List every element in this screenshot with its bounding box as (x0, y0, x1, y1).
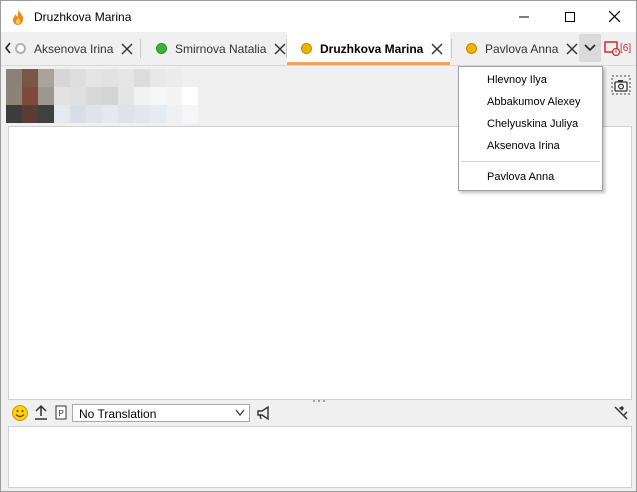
close-icon[interactable] (121, 43, 133, 55)
menu-item-label: Pavlova Anna (487, 171, 555, 183)
translate-settings-icon[interactable] (612, 404, 630, 422)
title-bar: Druzhkova Marina (1, 1, 636, 32)
status-online-icon (156, 43, 167, 54)
translation-value: No Translation (79, 407, 157, 421)
translation-select[interactable]: No Translation (72, 404, 250, 422)
menu-item[interactable]: Pavlova Anna (459, 167, 602, 189)
tab-separator (140, 39, 141, 58)
tab-label: Druzhkova Marina (320, 41, 424, 56)
camera-icon[interactable] (611, 75, 631, 95)
maximize-icon (565, 11, 575, 22)
tab-label: Pavlova Anna (485, 41, 559, 56)
menu-item-label: Chelyuskina Juliya (487, 118, 579, 130)
chevron-down-icon (584, 44, 596, 52)
tab-separator (451, 39, 452, 58)
p-icon[interactable]: P (52, 404, 70, 422)
menu-item-label: Abbakumov Alexey (487, 96, 581, 108)
status-offline-icon (15, 43, 26, 54)
tab-aksenova-irina[interactable]: Aksenova Irina (15, 32, 133, 65)
megaphone-icon[interactable] (255, 404, 273, 422)
message-input[interactable] (8, 426, 632, 488)
menu-item[interactable]: Chelyuskina Juliya (459, 114, 602, 136)
svg-text:P: P (59, 409, 64, 418)
upload-icon[interactable] (32, 404, 50, 422)
app-flame-icon (12, 9, 24, 25)
status-away-icon (466, 43, 477, 54)
close-icon[interactable] (566, 43, 578, 55)
maximize-button[interactable] (547, 1, 593, 32)
tab-label: Aksenova Irina (34, 41, 114, 56)
tab-overflow-button[interactable] (579, 34, 601, 62)
chat-window: Druzhkova Marina Aksenova Irina Smirnova… (0, 0, 637, 492)
tab-pavlova-anna[interactable]: Pavlova Anna (466, 32, 578, 65)
window-title: Druzhkova Marina (34, 10, 132, 24)
smiley-icon[interactable] (11, 404, 29, 422)
tab-smirnova-natalia[interactable]: Smirnova Natalia (156, 32, 286, 65)
minimize-icon (519, 16, 529, 17)
close-icon[interactable] (274, 43, 286, 55)
status-away-icon (301, 43, 312, 54)
alert-icon[interactable] (604, 40, 620, 56)
close-icon[interactable] (431, 43, 443, 55)
chevron-down-icon (235, 409, 245, 417)
close-icon (608, 11, 620, 22)
alert-count[interactable]: [6] (620, 43, 631, 54)
menu-item-label: Aksenova Irina (487, 140, 560, 152)
tab-bar: Aksenova Irina Smirnova Natalia Druzhkov… (1, 32, 636, 66)
close-window-button[interactable] (591, 1, 637, 32)
menu-separator (461, 161, 600, 162)
chevron-left-icon[interactable] (3, 40, 13, 56)
menu-item-label: Hlevnoy Ilya (487, 74, 547, 86)
avatar (6, 69, 198, 123)
menu-item[interactable]: Hlevnoy Ilya (459, 70, 602, 92)
tab-label: Smirnova Natalia (175, 41, 267, 56)
tab-overflow-menu: Hlevnoy Ilya Abbakumov Alexey Chelyuskin… (458, 66, 603, 191)
tab-druzhkova-marina[interactable]: Druzhkova Marina (287, 32, 450, 65)
menu-item[interactable]: Aksenova Irina (459, 136, 602, 158)
minimize-button[interactable] (501, 1, 547, 32)
menu-item[interactable]: Abbakumov Alexey (459, 92, 602, 114)
